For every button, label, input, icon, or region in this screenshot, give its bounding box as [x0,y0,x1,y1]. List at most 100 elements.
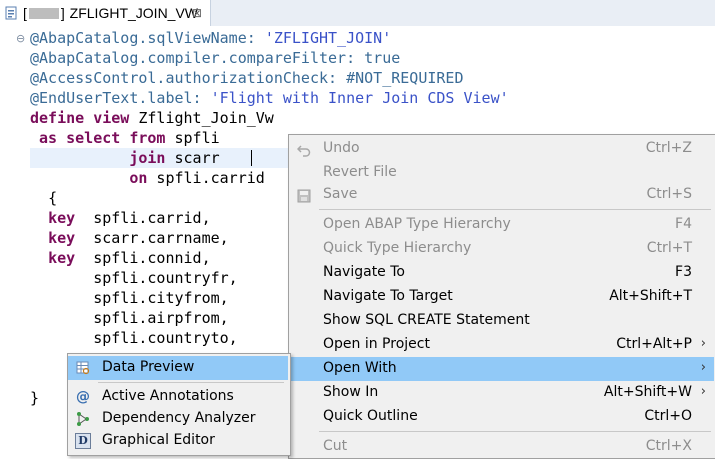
menu-item-revert-file[interactable]: Revert File [289,161,714,185]
submenu-item-label: Active Annotations [102,388,234,404]
menu-item-open-in-project[interactable]: Open in Project Ctrl+Alt+P › [289,333,714,357]
submenu-arrow-icon: › [700,336,706,351]
code-annotation: @AbapCatalog.compiler.compareFilter: tru… [30,49,401,67]
code-text: } [30,389,40,407]
cds-d-icon: D [74,433,92,449]
code-text: spfli.connid, [75,249,211,267]
code-string: 'Flight with Inner Join CDS View' [210,89,509,107]
at-sign-icon: @ [76,389,90,405]
menu-item-quick-outline[interactable]: Quick Outline Ctrl+O [289,405,714,429]
menu-item-shortcut: Ctrl+S [646,186,692,202]
submenu-item-active-annotations[interactable]: @ Active Annotations [68,385,288,409]
code-keyword: key [48,209,76,227]
submenu-item-data-preview[interactable]: Data Preview [68,356,288,380]
code-text: spfli.airpfrom, [30,309,229,327]
submenu-arrow-icon: › [700,384,706,399]
code-line: key scarr.carrname, [30,228,229,248]
submenu-item-label: Dependency Analyzer [102,410,256,426]
menu-item-save[interactable]: Save Ctrl+S [289,183,714,207]
tab-bracket-close: ] [60,5,65,21]
menu-item-undo[interactable]: Undo Ctrl+Z [289,137,714,161]
menu-item-label: Cut [323,438,348,454]
menu-item-shortcut: Ctrl+T [646,240,692,256]
code-line: join scarr [30,148,220,168]
undo-icon [296,142,312,158]
menu-item-label: Open in Project [323,336,430,352]
code-line: spfli.countryfr, [30,268,238,288]
open-with-submenu: Data Preview @ Active Annotations Dependenc… [67,353,291,456]
code-text: scarr.carrname, [75,229,229,247]
menu-item-navigate-to-target[interactable]: Navigate To Target Alt+Shift+T [289,285,714,309]
code-line: spfli.countryto, [30,328,238,348]
code-keyword: key [48,249,76,267]
code-line: @AbapCatalog.compiler.compareFilter: tru… [30,48,400,68]
menu-item-label: Navigate To Target [323,288,453,304]
code-text: spfli.countryto, [30,329,238,347]
submenu-arrow-icon: › [700,360,706,375]
submenu-item-dependency-analyzer[interactable]: Dependency Analyzer [68,407,288,431]
menu-separator [319,431,711,432]
fold-collapse-icon[interactable]: ⊖ [16,32,30,46]
menu-item-label: Navigate To [323,264,405,280]
code-line: @AccessControl.authorizationCheck: #NOT_… [30,68,463,88]
menu-item-label: Revert File [323,164,397,180]
menu-item-label: Save [323,186,358,202]
tab-file-name: ZFLIGHT_JOIN_VW [69,5,199,21]
menu-item-shortcut: Ctrl+X [645,438,692,454]
submenu-item-graphical-editor[interactable]: D Graphical Editor [68,429,288,453]
code-keyword: define view [30,109,130,127]
menu-item-navigate-to[interactable]: Navigate To F3 [289,261,714,285]
code-line: spfli.airpfrom, [30,308,229,328]
close-icon[interactable]: ⊠ [192,6,202,20]
code-line: spfli.cityfrom, [30,288,229,308]
context-menu: Undo Ctrl+Z Revert File Save Ctrl+S Open ABAP… [288,134,715,459]
code-keyword: as select from [39,129,166,147]
tab-title: [] ZFLIGHT_JOIN_VW [22,5,198,21]
menu-item-shortcut: F4 [675,216,692,232]
menu-item-shortcut: F3 [675,264,692,280]
code-line: } [30,388,39,408]
code-text: spfli [165,129,220,147]
menu-item-show-in[interactable]: Show In Alt+Shift+W › [289,381,714,405]
menu-item-show-sql-create-statement[interactable]: Show SQL CREATE Statement [289,309,714,333]
code-text: spfli.carrid [147,169,265,187]
menu-separator [98,382,284,383]
code-text: spfli.carrid, [75,209,211,227]
menu-item-shortcut: Alt+Shift+T [609,288,692,304]
menu-item-label: Show In [323,384,379,400]
menu-item-open-abap-type-hierarchy[interactable]: Open ABAP Type Hierarchy F4 [289,213,714,237]
text-caret [251,150,252,166]
tab-bracket-open: [ [23,5,27,21]
code-line: @EndUserText.label: 'Flight with Inner J… [30,88,509,108]
menu-item-shortcut: Alt+Shift+W [603,384,692,400]
code-text: spfli.countryfr, [30,269,238,287]
editor-tab-bar: [] ZFLIGHT_JOIN_VW ⊠ [0,0,715,27]
code-line: define view Zflight_Join_Vw [30,108,274,128]
editor-tab[interactable]: [] ZFLIGHT_JOIN_VW ⊠ [0,0,211,26]
code-keyword: key [48,229,76,247]
code-text: scarr [165,149,220,167]
menu-item-quick-type-hierarchy[interactable]: Quick Type Hierarchy Ctrl+T [289,237,714,261]
menu-separator [319,209,711,210]
menu-item-shortcut: Ctrl+Alt+P [616,336,692,352]
menu-item-label: Open ABAP Type Hierarchy [323,216,511,232]
menu-item-shortcut: Ctrl+O [644,408,692,424]
code-line: on spfli.carrid [30,168,265,188]
code-line: @AbapCatalog.sqlViewName: 'ZFLIGHT_JOIN' [30,28,391,48]
menu-item-label: Show SQL CREATE Statement [323,312,530,328]
menu-item-label: Open With [323,360,397,376]
code-text: spfli.cityfrom, [30,289,229,307]
code-annotation: @AbapCatalog.sqlViewName: [30,29,265,47]
menu-item-cut[interactable]: Cut Ctrl+X [289,435,714,459]
menu-item-open-with[interactable]: Open With › [289,357,714,381]
redacted-project-name [28,7,59,19]
code-line: key spfli.carrid, [30,208,211,228]
dependency-graph-icon [74,411,92,427]
submenu-item-label: Data Preview [102,359,195,375]
